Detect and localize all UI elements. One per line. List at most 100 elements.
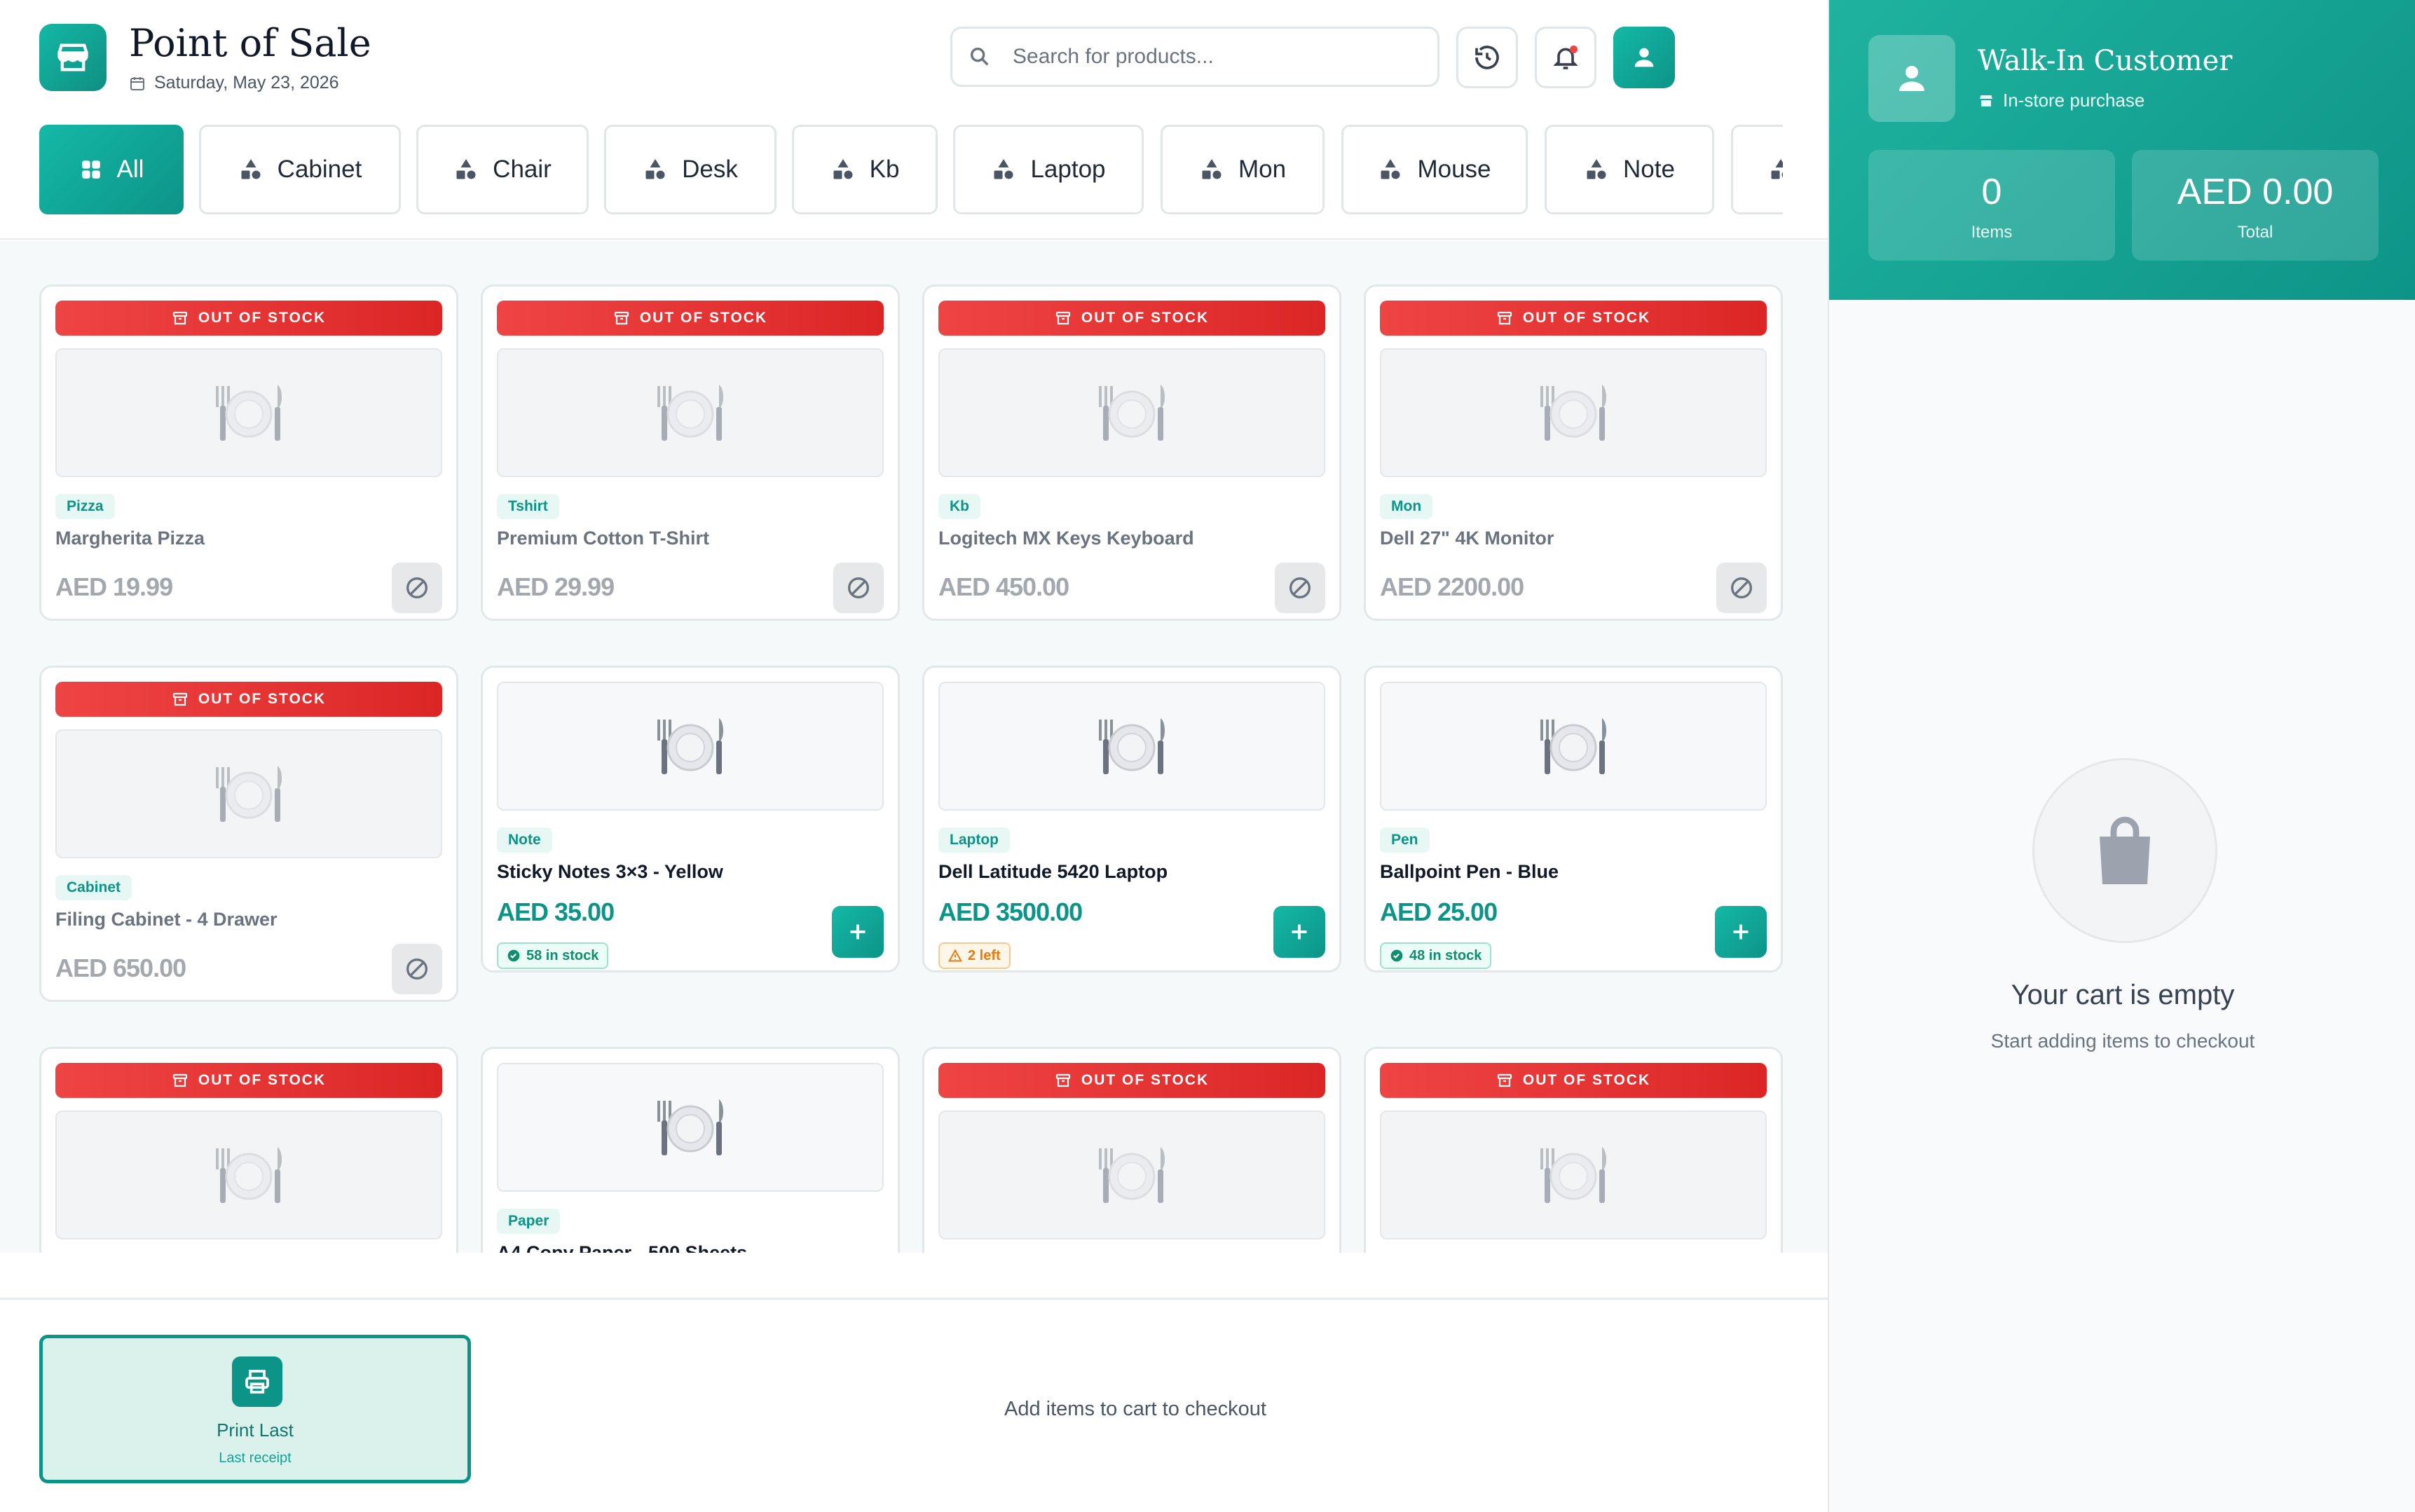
plate-utensils-icon [1540,385,1606,441]
product-price: AED 29.99 [497,572,615,601]
product-price: AED 650.00 [55,954,186,982]
category-badge: Note [497,827,552,853]
tab-kb[interactable]: Kb [792,125,938,214]
total-stat: AED 0.00 Total [2132,150,2379,261]
customer-name[interactable]: Walk-In Customer [1978,45,2232,77]
store-logo [39,24,107,91]
category-badge: Paper [497,1209,561,1234]
plus-icon [1733,924,1749,940]
empty-cart-subtitle: Start adding items to checkout [1990,1030,2255,1052]
product-image [938,348,1325,477]
ban-icon [406,958,427,980]
product-card[interactable]: Pen Ballpoint Pen - Blue AED 25.00 48 in… [1364,666,1783,973]
tab-note[interactable]: Note [1545,125,1714,214]
product-image [1380,1111,1767,1239]
tab-label: Desk [682,156,738,183]
unavailable-button [1275,563,1325,613]
product-card[interactable]: OUT OF STOCK [39,1047,458,1253]
product-name: Premium Cotton T-Shirt [497,528,709,549]
product-card[interactable]: OUT OF STOCK Pizza Margherita Pizza AED … [39,284,458,621]
plus-icon [850,924,866,940]
product-card[interactable]: Laptop Dell Latitude 5420 Laptop AED 350… [922,666,1341,973]
archive-icon [1055,1073,1070,1087]
category-badge: Cabinet [55,875,132,900]
plate-utensils-icon [216,385,282,441]
product-card[interactable]: OUT OF STOCK [922,1047,1341,1253]
add-to-cart-button[interactable] [1715,906,1767,958]
main-panel: Point of Sale Saturday, May 23, 2026 Sea… [0,0,1828,1512]
checkout-bar: Print Last Last receipt Add items to car… [0,1298,1828,1512]
category-badge: Laptop [938,827,1010,853]
product-name: Dell Latitude 5420 Laptop [938,861,1168,882]
product-card[interactable]: OUT OF STOCK Cabinet Filing Cabinet - 4 … [39,666,458,1002]
plate-utensils-icon [657,1099,723,1155]
product-card[interactable]: Note Sticky Notes 3×3 - Yellow AED 35.00… [481,666,900,973]
notification-dot [1570,46,1578,53]
printer-icon-box [232,1356,282,1407]
calendar-icon [130,76,144,90]
tab-cabinet[interactable]: Cabinet [199,125,401,214]
product-price: AED 19.99 [55,572,173,601]
customer-avatar[interactable] [1868,35,1955,122]
product-image [497,1063,884,1192]
header: Point of Sale Saturday, May 23, 2026 Sea… [0,0,1828,240]
history-button[interactable] [1456,27,1518,88]
printer-icon [245,1370,269,1394]
add-to-cart-button[interactable] [1273,906,1325,958]
archive-icon [1497,311,1512,325]
current-date: Saturday, May 23, 2026 [129,73,339,93]
category-tabs: All Cabinet Chair Desk Kb Laptop Mon Mou… [39,125,1783,216]
unavailable-button [392,563,442,613]
product-name: A4 Copy Paper - 500 Sheets [497,1242,748,1253]
out-of-stock-badge: OUT OF STOCK [55,682,442,717]
stock-badge: 48 in stock [1380,942,1492,969]
product-image [55,1111,442,1239]
category-badge: Tshirt [497,494,559,519]
product-image [938,1111,1325,1239]
product-card[interactable]: OUT OF STOCK Kb Logitech MX Keys Keyboar… [922,284,1341,621]
tab-mouse[interactable]: Mouse [1341,125,1528,214]
product-image [1380,682,1767,811]
archive-icon [172,311,187,325]
tab-label: Laptop [1030,156,1106,183]
product-card[interactable]: Paper A4 Copy Paper - 500 Sheets [481,1047,900,1253]
shapes-icon [1587,159,1606,179]
tab-overflow[interactable] [1731,125,1783,214]
tab-mon[interactable]: Mon [1161,125,1325,214]
add-to-cart-button[interactable] [832,906,884,958]
total-label: Total [2237,223,2273,242]
tab-all[interactable]: All [39,125,184,214]
product-card[interactable]: OUT OF STOCK Mon Dell 27" 4K Monitor AED… [1364,284,1783,621]
tab-laptop[interactable]: Laptop [953,125,1144,214]
tab-chair[interactable]: Chair [416,125,589,214]
product-card[interactable]: OUT OF STOCK Tshirt Premium Cotton T-Shi… [481,284,900,621]
tab-desk[interactable]: Desk [604,125,777,214]
shapes-icon [241,159,261,179]
total-amount: AED 0.00 [2177,172,2334,212]
user-icon [1899,66,1924,91]
plate-utensils-icon [216,1147,282,1203]
category-badge: Pizza [55,494,115,519]
user-button[interactable] [1613,27,1675,88]
search-icon [970,47,989,66]
search-input[interactable] [1013,45,1405,69]
plate-utensils-icon [1540,1147,1606,1203]
checkout-hint: Add items to cart to checkout [1004,1398,1266,1420]
ban-icon [406,577,427,598]
archive-icon [172,692,187,706]
out-of-stock-badge: OUT OF STOCK [55,1063,442,1098]
items-label: Items [1971,223,2013,242]
print-sublabel: Last receipt [219,1450,292,1466]
notifications-button[interactable] [1535,27,1596,88]
out-of-stock-badge: OUT OF STOCK [938,301,1325,336]
plate-utensils-icon [1099,718,1165,774]
empty-cart-illustration [2032,758,2217,943]
product-card[interactable]: OUT OF STOCK [1364,1047,1783,1253]
product-image [497,682,884,811]
plate-utensils-icon [216,766,282,822]
search-box[interactable] [950,27,1439,87]
print-last-button[interactable]: Print Last Last receipt [39,1335,471,1483]
product-price: AED 35.00 [497,898,615,926]
shapes-icon [645,159,665,179]
product-name: Filing Cabinet - 4 Drawer [55,909,278,930]
